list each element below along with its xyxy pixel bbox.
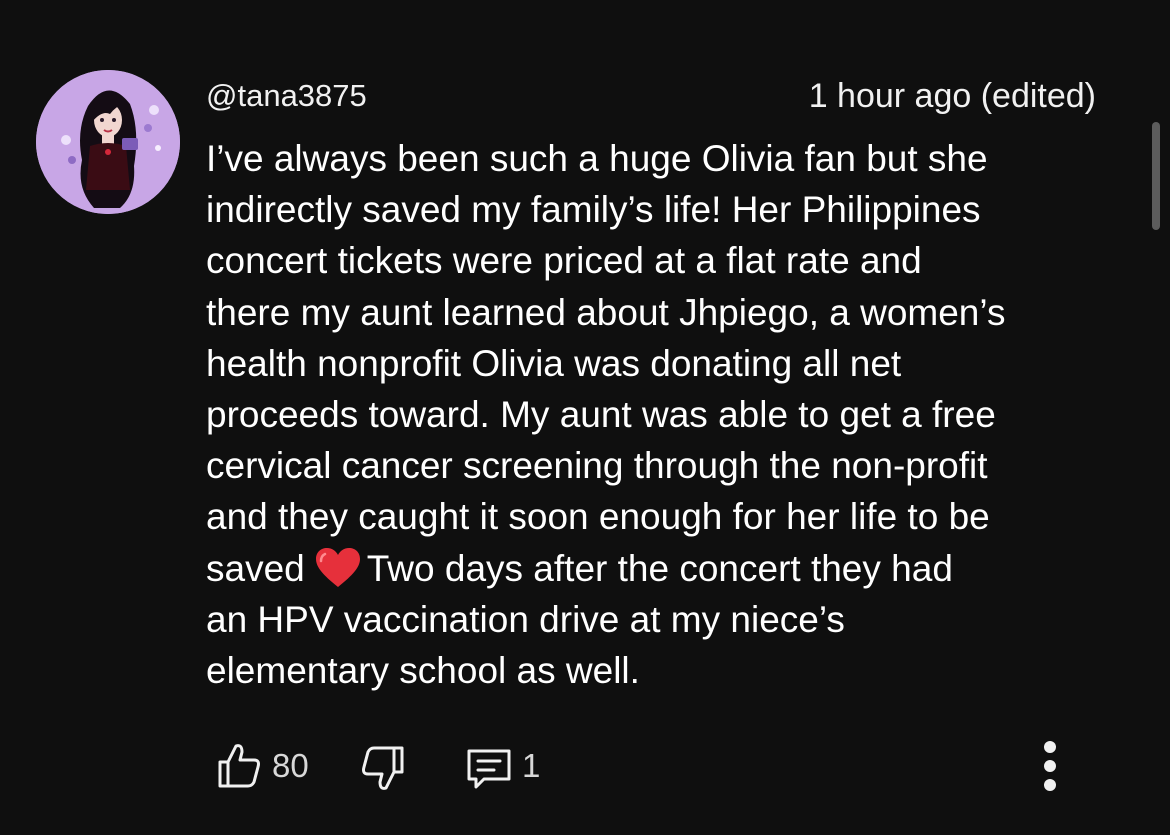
avatar-image [36,70,180,214]
comment-line-text: Two days after the concert they had [366,547,953,589]
scrollbar[interactable] [1152,122,1160,230]
comment-line: indirectly saved my family’s life! Her P… [206,189,981,231]
comment-icon [467,749,511,789]
comment-line: there my aunt learned about Jhpiego, a w… [206,291,1006,333]
comment-line: health nonprofit Olivia was donating all… [206,342,902,384]
comment-line: I’ve always been such a huge Olivia fan … [206,138,988,179]
more-vertical-icon [1044,741,1056,791]
heart-emoji-icon [315,547,361,589]
comment-line: cervical cancer screening through the no… [206,445,988,487]
comment-line: concert tickets were priced at a flat ra… [206,240,922,282]
thumbs-up-icon [218,744,260,788]
comment-line: proceeds toward. My aunt was able to get… [206,394,996,436]
comment-line: and they caught it soon enough for her l… [206,496,990,538]
comment-actions: 80 1 [0,738,1170,798]
comment-line: elementary school as well. [206,650,640,692]
reply-button[interactable] [464,746,514,792]
comment-line: saved Two days after the concert they had [206,543,1106,594]
dislike-button[interactable] [360,744,406,794]
more-options-button[interactable] [1030,738,1070,798]
comment-line: an HPV vaccination drive at my niece’s [206,598,845,640]
comment-line-text: saved [206,547,305,589]
reply-count: 1 [522,747,541,784]
like-count: 80 [272,747,309,784]
avatar[interactable] [36,70,180,214]
comment-author[interactable]: @tana3875 [206,76,367,116]
thumbs-down-icon [362,746,404,790]
comment-text: I’ve always been such a huge Olivia fan … [206,133,1106,696]
like-button[interactable] [216,740,262,790]
comment-timestamp: 1 hour ago (edited) [808,77,1096,115]
